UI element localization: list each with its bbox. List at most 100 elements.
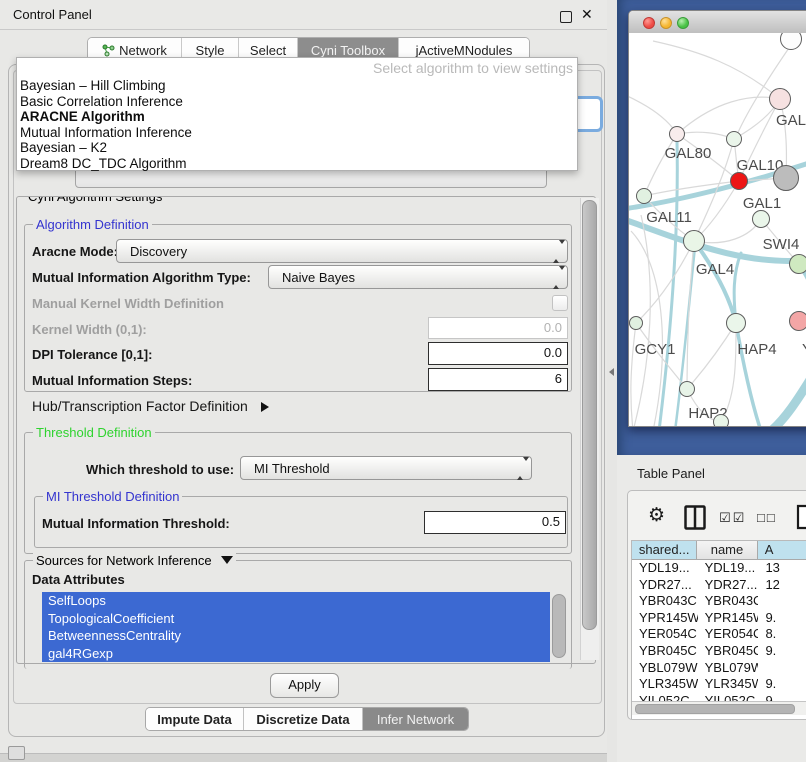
network-node[interactable] bbox=[636, 188, 652, 204]
network-node[interactable] bbox=[726, 131, 742, 147]
data-attribute-item[interactable]: SelfLoops bbox=[42, 592, 550, 610]
zoom-window-icon[interactable] bbox=[677, 17, 689, 29]
network-node[interactable] bbox=[629, 316, 643, 330]
deselect-all-checkboxes-icon[interactable]: □□ bbox=[757, 510, 777, 525]
node-label: GAL4 bbox=[696, 261, 734, 278]
network-node[interactable] bbox=[780, 33, 802, 50]
settings-group-title: Cyni Algorithm Settings bbox=[25, 196, 165, 204]
which-threshold-select[interactable]: MI Threshold bbox=[240, 456, 532, 480]
algorithm-option[interactable]: Bayesian – K2 bbox=[17, 140, 577, 156]
table-row[interactable]: YPR145WYPR145W9. bbox=[632, 610, 806, 627]
network-node[interactable] bbox=[713, 414, 729, 426]
table-rows: YDL19...YDL19...13YDR27...YDR27...12YBR0… bbox=[632, 560, 806, 701]
table-cell: YBR045C bbox=[632, 643, 698, 660]
document-icon[interactable] bbox=[796, 504, 806, 530]
table-cell: 9. bbox=[758, 610, 806, 627]
divider-collapse-icon[interactable] bbox=[609, 368, 614, 376]
apply-button[interactable]: Apply bbox=[270, 673, 339, 698]
dpi-tolerance-input[interactable]: 0.0 bbox=[428, 342, 568, 365]
network-node[interactable] bbox=[769, 88, 791, 110]
network-node[interactable] bbox=[683, 230, 705, 252]
network-node[interactable] bbox=[726, 313, 746, 333]
table-row[interactable]: YER054CYER054C8. bbox=[632, 626, 806, 643]
attributes-scrollbar-thumb[interactable] bbox=[552, 594, 566, 658]
algorithm-placeholder: Select algorithm to view settings bbox=[17, 58, 577, 78]
table-cell: YLR345W bbox=[698, 676, 759, 693]
hub-definition-toggle[interactable]: Hub/Transcription Factor Definition bbox=[32, 398, 269, 414]
network-node[interactable] bbox=[752, 210, 770, 228]
table-row[interactable]: YLR345WYLR345W9. bbox=[632, 676, 806, 693]
algorithm-option[interactable]: ARACNE Algorithm bbox=[17, 109, 577, 125]
node-label: SWI4 bbox=[763, 236, 800, 253]
table-row[interactable]: YBL079WYBL079W bbox=[632, 660, 806, 677]
settings-scrollbar-thumb[interactable] bbox=[582, 200, 597, 630]
kernel-width-label: Kernel Width (0,1): bbox=[32, 322, 147, 337]
select-all-checkboxes-icon[interactable]: ☑☑ bbox=[719, 510, 746, 526]
algorithm-definition-title: Algorithm Definition bbox=[33, 217, 152, 232]
tab-discretize-data[interactable]: Discretize Data bbox=[244, 708, 363, 730]
network-node[interactable] bbox=[679, 381, 695, 397]
mi-type-select[interactable]: Naive Bayes bbox=[268, 265, 568, 289]
column-header-shared-name[interactable]: shared... bbox=[632, 541, 697, 559]
gear-icon[interactable]: ⚙ bbox=[648, 504, 665, 527]
table-cell: YDR27... bbox=[698, 577, 759, 594]
close-panel-icon[interactable]: ✕ bbox=[581, 6, 593, 23]
table-row[interactable]: YDR27...YDR27...12 bbox=[632, 577, 806, 594]
mi-threshold-input[interactable]: 0.5 bbox=[424, 511, 566, 534]
table-cell: YBR043C bbox=[698, 593, 759, 610]
network-canvas[interactable]: GALGAL80GAL10GAL1GAL11SWI4GAL4GCY1HAP4YH… bbox=[629, 33, 806, 426]
algorithm-option[interactable]: Mutual Information Inference bbox=[17, 125, 577, 141]
data-attribute-item[interactable]: gal4RGexp bbox=[42, 645, 550, 663]
network-window-titlebar[interactable] bbox=[629, 11, 806, 34]
sources-title-label: Sources for Network Inference bbox=[36, 553, 212, 568]
column-header-name[interactable]: name bbox=[697, 541, 757, 559]
network-node[interactable] bbox=[730, 172, 748, 190]
stepper-icon bbox=[553, 244, 561, 259]
minimize-window-icon[interactable] bbox=[660, 17, 672, 29]
tab-impute-data[interactable]: Impute Data bbox=[146, 708, 244, 730]
mi-type-value: Naive Bayes bbox=[282, 270, 355, 285]
data-attribute-item[interactable]: TopologicalCoefficient bbox=[42, 610, 550, 628]
table-row[interactable]: YIL052CYIL052C9. bbox=[632, 693, 806, 701]
algorithm-option[interactable]: Basic Correlation Inference bbox=[17, 94, 577, 110]
node-label: Y bbox=[802, 341, 806, 358]
table-row[interactable]: YDL19...YDL19...13 bbox=[632, 560, 806, 577]
algorithm-option[interactable]: Dream8 DC_TDC Algorithm bbox=[17, 156, 577, 172]
table-hscrollbar-thumb[interactable] bbox=[635, 704, 795, 714]
network-node[interactable] bbox=[789, 254, 806, 274]
table-cell: YLR345W bbox=[632, 676, 698, 693]
tab-infer-network[interactable]: Infer Network bbox=[363, 708, 468, 730]
aracne-mode-value: Discovery bbox=[130, 244, 187, 259]
column-header-clipped[interactable]: A bbox=[758, 541, 806, 559]
split-pane-divider[interactable] bbox=[607, 0, 617, 762]
table-row[interactable]: YBR043CYBR043C bbox=[632, 593, 806, 610]
table-hscrollbar[interactable] bbox=[632, 701, 806, 715]
network-node[interactable] bbox=[789, 311, 806, 331]
minimized-panel-icon[interactable] bbox=[8, 746, 25, 760]
cyni-mode-tabs: Impute Data Discretize Data Infer Networ… bbox=[145, 707, 469, 731]
manual-kernel-checkbox[interactable] bbox=[552, 295, 568, 311]
node-label: GAL bbox=[776, 112, 806, 129]
float-panel-icon[interactable] bbox=[560, 11, 572, 23]
columns-icon[interactable] bbox=[684, 505, 706, 530]
network-icon bbox=[102, 44, 115, 57]
table-cell: YPR145W bbox=[698, 610, 759, 627]
stepper-icon bbox=[517, 461, 525, 476]
network-node[interactable] bbox=[669, 126, 685, 142]
data-attributes-list: SelfLoopsTopologicalCoefficientBetweenne… bbox=[42, 592, 550, 662]
network-node[interactable] bbox=[773, 165, 799, 191]
node-label: HAP4 bbox=[737, 341, 776, 358]
mi-steps-input[interactable]: 6 bbox=[428, 368, 568, 391]
aracne-mode-select[interactable]: Discovery bbox=[116, 239, 568, 263]
node-table: shared... name A YDL19...YDL19...13YDR27… bbox=[631, 540, 806, 719]
close-window-icon[interactable] bbox=[643, 17, 655, 29]
data-attribute-item[interactable]: BetweennessCentrality bbox=[42, 627, 550, 645]
algorithm-option[interactable]: Bayesian – Hill Climbing bbox=[17, 78, 577, 94]
table-row[interactable]: YBR045CYBR045C9. bbox=[632, 643, 806, 660]
table-cell: YBR043C bbox=[632, 593, 698, 610]
table-cell: YBL079W bbox=[632, 660, 698, 677]
kernel-width-input[interactable]: 0.0 bbox=[428, 317, 568, 339]
network-nodes-layer: GALGAL80GAL10GAL1GAL11SWI4GAL4GCY1HAP4YH… bbox=[629, 33, 806, 426]
sources-group-title[interactable]: Sources for Network Inference bbox=[33, 553, 236, 568]
network-view-window[interactable]: GALGAL80GAL10GAL1GAL11SWI4GAL4GCY1HAP4YH… bbox=[628, 10, 806, 427]
